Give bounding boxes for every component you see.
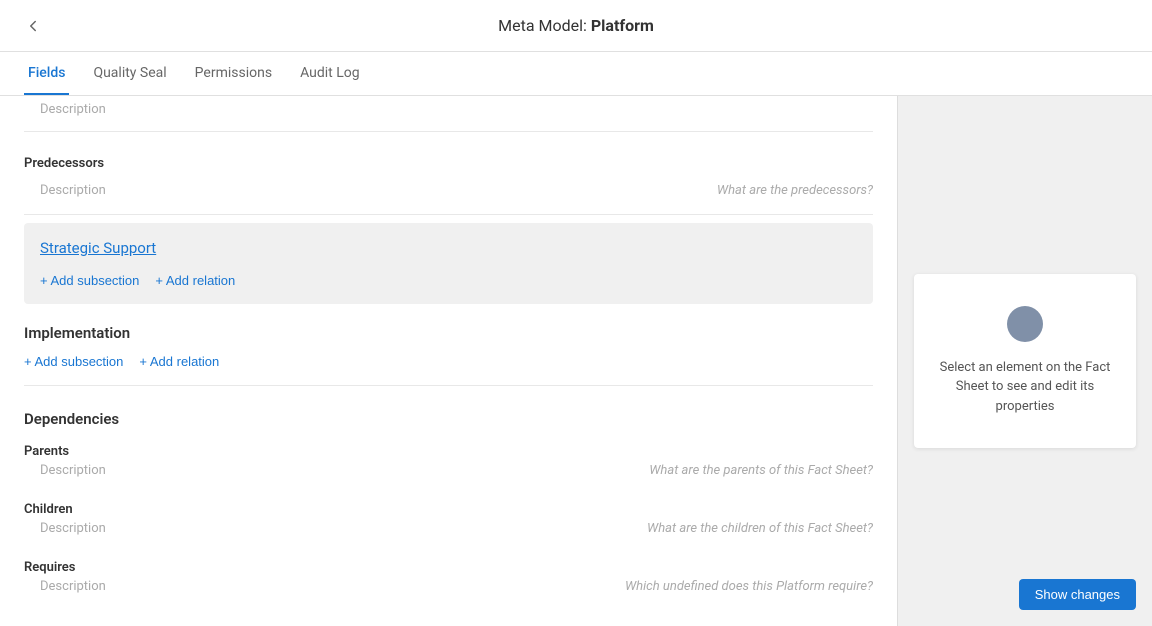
select-prompt-card: Select an element on the Fact Sheet to s… bbox=[914, 274, 1136, 449]
requires-field: Requires Description Which undefined doe… bbox=[24, 560, 873, 598]
children-field: Children Description What are the childr… bbox=[24, 502, 873, 540]
tab-quality-seal[interactable]: Quality Seal bbox=[89, 65, 170, 95]
children-label: Children bbox=[24, 502, 873, 517]
tab-audit-log[interactable]: Audit Log bbox=[296, 65, 364, 95]
parents-placeholder: What are the parents of this Fact Sheet? bbox=[649, 463, 873, 478]
children-description: Description bbox=[24, 521, 106, 540]
implementation-actions: + Add subsection + Add relation bbox=[24, 354, 873, 369]
main-content: Description Predecessors Description Wha… bbox=[0, 96, 1152, 626]
requires-description: Description bbox=[24, 579, 106, 598]
parents-description: Description bbox=[24, 463, 106, 482]
content-panel: Description Predecessors Description Wha… bbox=[0, 96, 897, 626]
implementation-section: Implementation + Add subsection + Add re… bbox=[24, 308, 873, 377]
strategic-support-add-relation[interactable]: + Add relation bbox=[155, 273, 235, 288]
requires-placeholder: Which undefined does this Platform requi… bbox=[625, 579, 873, 594]
header: Meta Model: Platform bbox=[0, 0, 1152, 52]
dependencies-title: Dependencies bbox=[24, 410, 873, 428]
predecessors-placeholder: What are the predecessors? bbox=[717, 183, 873, 198]
strategic-support-section[interactable]: Strategic Support + Add subsection + Add… bbox=[24, 223, 873, 304]
description-top-value: Description bbox=[24, 96, 873, 123]
divider-2 bbox=[24, 214, 873, 215]
parents-field: Parents Description What are the parents… bbox=[24, 444, 873, 482]
select-prompt-text: Select an element on the Fact Sheet to s… bbox=[938, 358, 1112, 417]
description-section-top: Description bbox=[24, 96, 873, 123]
right-panel-inner: Select an element on the Fact Sheet to s… bbox=[898, 96, 1152, 626]
dependencies-section: Dependencies Parents Description What ar… bbox=[24, 394, 873, 626]
strategic-support-actions: + Add subsection + Add relation bbox=[40, 273, 857, 288]
back-button[interactable] bbox=[24, 17, 42, 35]
divider-3 bbox=[24, 385, 873, 386]
tab-fields[interactable]: Fields bbox=[24, 65, 69, 95]
select-prompt-icon bbox=[1007, 306, 1043, 342]
tabs-bar: Fields Quality Seal Permissions Audit Lo… bbox=[0, 52, 1152, 96]
children-placeholder: What are the children of this Fact Sheet… bbox=[647, 521, 873, 536]
predecessors-description: Description bbox=[24, 177, 122, 204]
app-container: Meta Model: Platform Fields Quality Seal… bbox=[0, 0, 1152, 626]
implementation-add-subsection[interactable]: + Add subsection bbox=[24, 354, 123, 369]
tab-permissions[interactable]: Permissions bbox=[191, 65, 276, 95]
strategic-support-add-subsection[interactable]: + Add subsection bbox=[40, 273, 139, 288]
parents-label: Parents bbox=[24, 444, 873, 459]
implementation-add-relation[interactable]: + Add relation bbox=[139, 354, 219, 369]
show-changes-button[interactable]: Show changes bbox=[1019, 579, 1136, 610]
predecessors-label: Predecessors bbox=[24, 140, 873, 175]
requires-label: Requires bbox=[24, 560, 873, 575]
implementation-title: Implementation bbox=[24, 324, 873, 342]
right-panel: Select an element on the Fact Sheet to s… bbox=[897, 96, 1152, 626]
divider-1 bbox=[24, 131, 873, 132]
strategic-support-title[interactable]: Strategic Support bbox=[40, 239, 156, 257]
page-title: Meta Model: Platform bbox=[498, 16, 654, 35]
predecessors-section: Predecessors Description What are the pr… bbox=[24, 140, 873, 206]
